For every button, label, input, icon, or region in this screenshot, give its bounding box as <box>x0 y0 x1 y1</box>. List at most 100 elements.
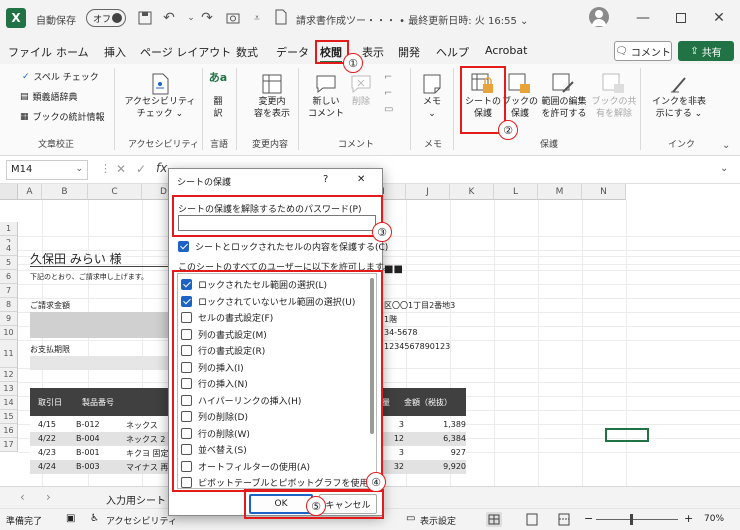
status-ready: 準備完了 <box>6 517 43 527</box>
allow-edit-ranges-icon <box>552 73 574 93</box>
status-display-settings[interactable]: 表示設定 <box>420 514 456 527</box>
tab-data[interactable]: データ <box>276 44 309 60</box>
protect-contents-check-icon[interactable] <box>178 241 189 252</box>
row-header-17[interactable]: 17 <box>0 438 18 452</box>
avatar[interactable] <box>589 7 609 27</box>
notes-button[interactable]: メモ ⌄ <box>416 72 448 120</box>
workbook-stats-button[interactable]: ▦ ブックの統計情報 <box>20 110 105 124</box>
callout-2: ② <box>498 120 518 140</box>
row-header-9[interactable]: 9 <box>0 312 18 326</box>
normal-view-icon[interactable] <box>486 512 502 527</box>
tab-help[interactable]: ヘルプ <box>436 44 469 60</box>
row-header-11[interactable]: 11 <box>0 340 18 368</box>
row-quantity: 3 <box>398 448 404 457</box>
row-header-8[interactable]: 8 <box>0 298 18 312</box>
row-header-10[interactable]: 10 <box>0 326 18 340</box>
show-comments-icon[interactable]: ▭ <box>384 102 393 118</box>
row-header-16[interactable]: 16 <box>0 424 18 438</box>
dialog-title: シートの保護 <box>177 178 232 188</box>
translate-button[interactable]: あa 翻 訳 <box>206 72 230 120</box>
customize-qat-icon[interactable]: ⩡ <box>246 7 268 29</box>
show-changes-button[interactable]: 変更内 容を表示 <box>248 72 296 120</box>
tab-developer[interactable]: 開発 <box>398 44 420 60</box>
dialog-close-icon[interactable]: ✕ <box>357 174 365 185</box>
name-box-dropdown-icon[interactable]: ⌄ <box>75 164 83 174</box>
comment-nav-icons[interactable]: ⌐ ⌐ ▭ <box>384 70 393 118</box>
name-box[interactable]: M14 ⌄ <box>6 160 88 180</box>
collapse-ribbon-icon[interactable]: ⌄ <box>722 140 730 151</box>
share-button[interactable]: ⇪ 共有 <box>678 41 734 61</box>
maximize-icon[interactable] <box>670 7 692 29</box>
status-accessibility[interactable]: アクセシビリティ <box>106 514 177 527</box>
column-header-k[interactable]: K <box>450 184 494 200</box>
sheet-tab-input[interactable]: 入力用シート <box>106 492 166 507</box>
zoom-in-icon[interactable]: + <box>684 512 693 525</box>
tab-home[interactable]: ホーム <box>56 44 89 60</box>
expand-formula-icon[interactable]: ⌄ <box>720 163 728 174</box>
column-header-l[interactable]: L <box>494 184 538 200</box>
selected-cell-m14[interactable] <box>605 428 649 442</box>
undo-icon[interactable]: ↶ <box>158 7 180 29</box>
next-sheet-icon[interactable]: › <box>46 490 51 504</box>
save-icon[interactable] <box>134 7 156 29</box>
page-break-view-icon[interactable] <box>556 512 572 527</box>
previous-sheet-icon[interactable]: ‹ <box>20 490 25 504</box>
allow-edit-ranges-button[interactable]: 範囲の編集 を許可する <box>538 72 590 120</box>
select-all-corner[interactable] <box>0 184 18 200</box>
hide-ink-button[interactable]: インクを非表 示にする ⌄ <box>648 72 710 120</box>
zoom-level[interactable]: 70% <box>704 514 724 524</box>
group-comments: コメント <box>338 140 375 150</box>
row-header-15[interactable]: 15 <box>0 410 18 424</box>
protect-contents-checkbox[interactable]: シートとロックされたセルの内容を保護する(C) <box>178 240 388 253</box>
spelling-button[interactable]: ✓ スペル チェック <box>22 70 99 84</box>
delete-comment-button[interactable]: 削除 <box>348 72 374 108</box>
insert-function-icon[interactable]: fx <box>156 161 167 175</box>
group-proofing: 文章校正 <box>38 140 75 150</box>
column-header-n[interactable]: N <box>582 184 626 200</box>
page-layout-view-icon[interactable] <box>524 512 540 527</box>
zoom-slider[interactable] <box>596 519 678 520</box>
tab-page-layout[interactable]: ページ レイアウト <box>140 44 231 60</box>
tab-file[interactable]: ファイル <box>8 44 52 60</box>
protect-workbook-button[interactable]: ブックの 保護 <box>502 72 538 120</box>
help-icon[interactable]: ? <box>323 174 328 185</box>
unshare-workbook-button[interactable]: ブックの共 有を解除 <box>592 72 637 120</box>
new-comment-button[interactable]: 新しい コメント <box>306 72 346 120</box>
row-header-1[interactable]: 1 <box>0 222 18 236</box>
column-header-a[interactable]: A <box>18 184 42 200</box>
macro-record-icon[interactable]: ▣ <box>66 513 75 524</box>
tab-view[interactable]: 表示 <box>362 44 384 60</box>
confirm-entry-icon[interactable]: ✓ <box>136 162 146 176</box>
customer-name: 久保田 みらい 様 <box>30 252 122 266</box>
zoom-out-icon[interactable]: − <box>584 512 593 525</box>
column-header-c[interactable]: C <box>88 184 142 200</box>
camera-icon[interactable] <box>222 7 244 29</box>
column-header-m[interactable]: M <box>538 184 582 200</box>
column-header-b[interactable]: B <box>42 184 88 200</box>
row-header-4[interactable]: 4 <box>0 242 18 256</box>
tab-insert[interactable]: 挿入 <box>104 44 126 60</box>
tab-acrobat[interactable]: Acrobat <box>485 44 527 57</box>
previous-comment-icon[interactable]: ⌐ <box>384 70 393 86</box>
redo-icon[interactable]: ↷ <box>196 7 218 29</box>
minimize-icon[interactable]: — <box>632 7 654 29</box>
zoom-slider-thumb[interactable] <box>630 514 633 525</box>
close-icon[interactable]: ✕ <box>708 7 730 29</box>
accessibility-check-button[interactable]: アクセシビリティ チェック ⌄ <box>122 72 198 120</box>
group-language: 言語 <box>210 140 229 150</box>
protect-workbook-icon <box>508 73 530 93</box>
cancel-entry-icon[interactable]: ✕ <box>116 162 126 176</box>
row-header-7[interactable]: 7 <box>0 284 18 298</box>
autosave-toggle[interactable]: オフ <box>86 9 126 27</box>
row-header-5[interactable]: 5 <box>0 256 18 270</box>
row-header-13[interactable]: 13 <box>0 382 18 396</box>
next-comment-icon[interactable]: ⌐ <box>384 86 393 102</box>
group-changes: 変更内容 <box>252 140 289 150</box>
row-header-14[interactable]: 14 <box>0 396 18 410</box>
row-header-12[interactable]: 12 <box>0 368 18 382</box>
thesaurus-button[interactable]: ▤ 類義語辞典 <box>20 90 78 104</box>
tab-formulas[interactable]: 数式 <box>236 44 258 60</box>
row-header-6[interactable]: 6 <box>0 270 18 284</box>
column-header-j[interactable]: J <box>406 184 450 200</box>
comment-button[interactable]: 🗨 コメント <box>614 41 672 61</box>
